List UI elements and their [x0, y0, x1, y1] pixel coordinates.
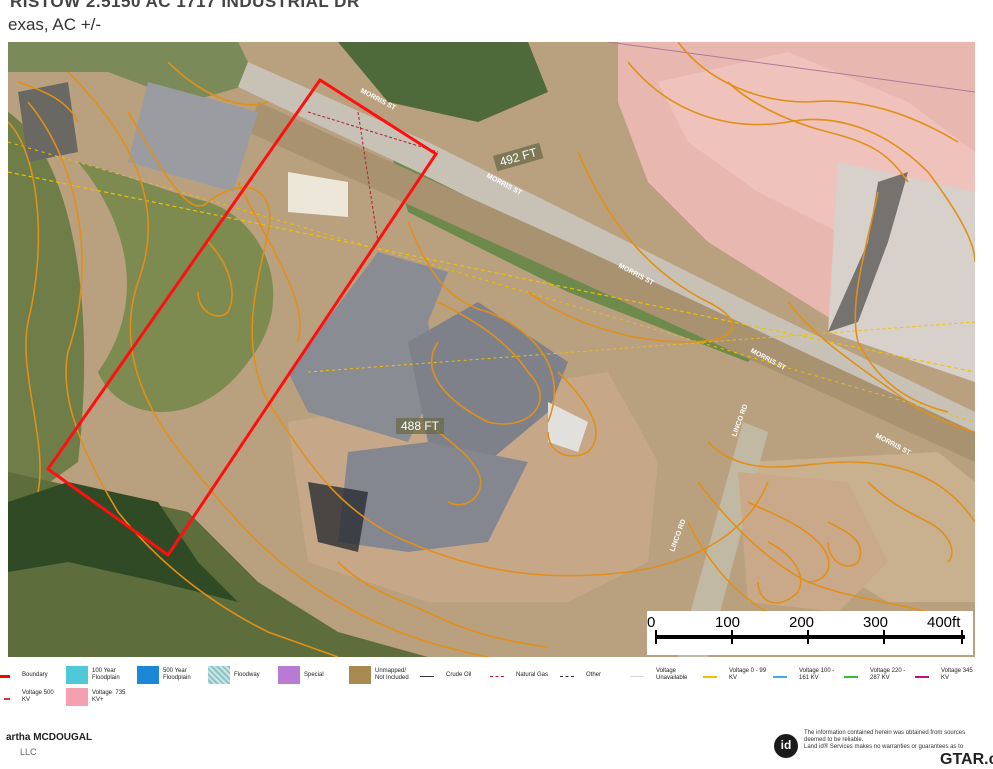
disclaimer-text: The information contained herein was obt…	[804, 730, 966, 750]
voltage-500-swatch	[4, 698, 10, 700]
floodplain-100-swatch	[66, 666, 88, 684]
voltage-0-99-swatch	[703, 676, 717, 678]
other-swatch	[560, 676, 574, 677]
natural-gas-swatch	[490, 676, 504, 677]
legend-voltage-0-99: Voltage 0 - 99 KV	[729, 668, 767, 681]
legend-special: Special	[304, 672, 324, 678]
gtar-watermark: GTAR.com	[940, 751, 993, 768]
voltage-220-287-swatch	[844, 676, 858, 678]
unmapped-swatch	[349, 666, 371, 684]
scale-label-300: 300	[863, 614, 889, 631]
special-swatch	[278, 666, 300, 684]
listing-title: RISTOW 2.5150 AC 1717 INDUSTRIAL DR	[10, 0, 360, 11]
legend-floodway: Floodway	[234, 672, 260, 678]
legend-unmapped: Unmapped/ Not Included	[375, 668, 409, 681]
dimension-label-bottom: 488 FT	[401, 419, 440, 433]
voltage-unavailable-swatch	[630, 676, 644, 677]
scale-label-100: 100	[715, 614, 741, 631]
legend-voltage-unavailable: Voltage Unavailable	[656, 668, 688, 681]
land-id-logo-icon: id	[774, 734, 798, 758]
scale-label-400: 400ft	[927, 614, 961, 631]
legend-voltage-345: Voltage 345 KV	[941, 668, 973, 681]
legend-voltage-500: Voltage 500 KV	[22, 690, 54, 703]
scale-line	[655, 635, 965, 639]
legend-voltage-220-287: Voltage 220 - 287 KV	[870, 668, 906, 681]
voltage-735-swatch	[66, 688, 88, 706]
legend-crude-oil: Crude Oil	[446, 672, 472, 678]
scale-label-200: 200	[789, 614, 815, 631]
scale-tick	[807, 630, 809, 644]
legend-voltage-100-161: Voltage 100 - 161 KV	[799, 668, 835, 681]
scale-tick	[731, 630, 733, 644]
scale-tick	[961, 630, 963, 644]
agent-company: LLC	[20, 747, 37, 757]
map-canvas: 492 FT 488 FT MORRIS ST MORRIS ST MORRIS…	[8, 42, 975, 657]
legend-boundary: Boundary	[22, 672, 48, 678]
scale-tick	[883, 630, 885, 644]
scale-tick	[655, 630, 657, 644]
boundary-swatch	[0, 675, 10, 678]
scale-label-0: 0	[647, 614, 656, 631]
map-legend: Boundary 100 Year Floodplain 500 Year Fl…	[0, 660, 993, 720]
legend-500-year-floodplain: 500 Year Floodplain	[163, 668, 191, 681]
agent-name: artha MCDOUGAL	[6, 732, 93, 743]
voltage-100-161-swatch	[773, 676, 787, 678]
legend-100-year-floodplain: 100 Year Floodplain	[92, 668, 120, 681]
floodplain-500-swatch	[137, 666, 159, 684]
aerial-map[interactable]: 492 FT 488 FT MORRIS ST MORRIS ST MORRIS…	[8, 42, 975, 657]
listing-subtitle: exas, AC +/-	[8, 15, 102, 34]
legend-voltage-735: Voltage 735 KV+	[92, 690, 126, 703]
floodway-swatch	[208, 666, 230, 684]
crude-oil-swatch	[420, 676, 434, 677]
legend-natural-gas: Natural Gas	[516, 672, 549, 678]
voltage-345-swatch	[915, 676, 929, 678]
map-scale-bar: 0 100 200 300 400ft	[647, 611, 973, 655]
legend-other: Other	[586, 672, 602, 678]
